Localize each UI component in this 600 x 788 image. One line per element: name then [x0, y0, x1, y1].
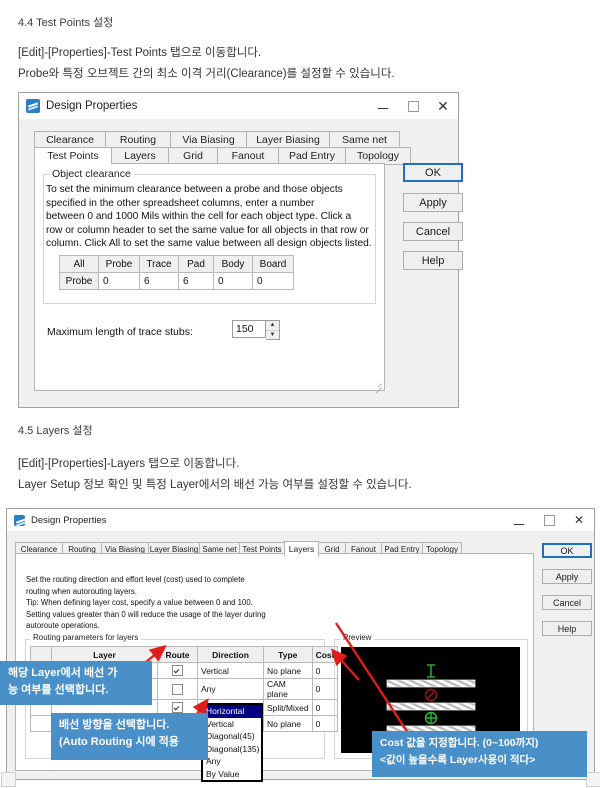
col-header-type[interactable]: Type — [263, 646, 313, 663]
design-properties-dialog-test-points[interactable]: Design Properties ✕ Clearance Routing Vi… — [18, 92, 463, 408]
section-4-4-line-2: Probe와 특정 오브젝트 간의 최소 이격 거리(Clearance)를 설… — [18, 68, 395, 80]
cell-route-2[interactable] — [157, 678, 198, 700]
cancel-button[interactable]: Cancel — [403, 222, 463, 241]
cell-probe-probe[interactable]: 0 — [98, 272, 140, 290]
cell-type-1[interactable]: No plane — [263, 662, 313, 679]
cell-probe-body[interactable]: 0 — [213, 272, 253, 290]
dialog1-window-buttons[interactable]: ✕ — [368, 94, 458, 118]
cell-probe-trace[interactable]: 6 — [139, 272, 179, 290]
dropdown-option-any[interactable]: Any — [203, 755, 261, 768]
max-trace-stub-stepper[interactable]: ▲ ▼ — [232, 320, 280, 340]
dialog2-window-buttons[interactable]: ✕ — [504, 510, 594, 530]
cell-probe-pad[interactable]: 6 — [178, 272, 214, 290]
dropdown-option-by-value[interactable]: By Value — [203, 768, 261, 781]
ok-button[interactable]: OK — [542, 543, 592, 558]
close-icon[interactable]: ✕ — [564, 510, 594, 530]
close-icon[interactable]: ✕ — [428, 94, 458, 118]
tab-test-points[interactable]: Test Points — [34, 147, 112, 165]
col-header-pad[interactable]: Pad — [178, 255, 214, 273]
maximize-icon[interactable] — [534, 510, 564, 530]
dialog1-action-buttons[interactable]: OK Apply Cancel Help — [403, 163, 463, 270]
col-header-route[interactable]: Route — [157, 646, 198, 663]
col-header-all[interactable]: All — [59, 255, 99, 273]
app-icon — [26, 99, 40, 113]
route-checkbox[interactable] — [172, 683, 183, 695]
minimize-icon[interactable] — [504, 510, 534, 530]
col-header-probe[interactable]: Probe — [98, 255, 140, 273]
col-header-direction[interactable]: Direction — [197, 646, 264, 663]
col-header-trace[interactable]: Trace — [139, 255, 179, 273]
dialog2-titlebar[interactable]: Design Properties ✕ — [7, 509, 594, 531]
section-4-5-line-2: Layer Setup 정보 확인 및 특정 Layer에서의 배선 가능 여부… — [18, 479, 412, 491]
cell-index-4[interactable] — [30, 715, 52, 732]
cell-type-2[interactable]: CAM plane — [263, 678, 313, 700]
table-row[interactable]: Probe 0 6 6 0 0 — [59, 272, 294, 290]
cell-direction-1[interactable]: Vertical — [197, 662, 264, 679]
tab-layers[interactable]: Layers — [284, 541, 319, 557]
help-button[interactable]: Help — [542, 621, 592, 636]
max-trace-stub-input[interactable] — [232, 320, 266, 338]
cell-direction-2[interactable]: Any — [197, 678, 264, 700]
cell-probe-board[interactable]: 0 — [252, 272, 294, 290]
stepper-up-icon[interactable]: ▲ — [266, 321, 279, 330]
app-icon — [14, 514, 25, 526]
preview-caption: Preview — [340, 633, 375, 642]
cell-route-1[interactable] — [157, 662, 198, 679]
cell-type-3[interactable]: Split/Mixed — [263, 699, 313, 716]
dropdown-option-diagonal-135[interactable]: Diagonal(135) — [203, 743, 261, 756]
stepper-down-icon[interactable]: ▼ — [266, 329, 279, 340]
route-checkbox[interactable] — [172, 702, 183, 714]
col-header-board[interactable]: Board — [252, 255, 294, 273]
section-heading-4-4: 4.4 Test Points 설정 — [18, 17, 114, 29]
route-checkbox[interactable] — [172, 665, 183, 677]
section-4-4-line-1: [Edit]-[Properties]-Test Points 탭으로 이동합니… — [18, 47, 262, 59]
cancel-button[interactable]: Cancel — [542, 595, 592, 610]
object-clearance-caption: Object clearance — [49, 168, 134, 180]
col-header-body[interactable]: Body — [213, 255, 253, 273]
dialog1-tab-pane: Object clearance To set the minimum clea… — [34, 163, 385, 391]
cell-type-4[interactable]: No plane — [263, 715, 313, 732]
resize-grip[interactable] — [372, 378, 382, 388]
page-corner-mark-right — [586, 772, 600, 787]
direction-dropdown-list[interactable]: Horizontal Vertical Diagonal(45) Diagona… — [201, 703, 263, 782]
dialog2-title: Design Properties — [31, 514, 107, 526]
dropdown-option-vertical[interactable]: Vertical — [203, 718, 261, 731]
layers-description: Set the routing direction and effort lev… — [26, 575, 266, 630]
annotation-route-note: 해당 Layer에서 배선 가 능 여부를 선택합니다. — [0, 661, 152, 705]
dialog1-titlebar[interactable]: Design Properties ✕ — [19, 93, 458, 119]
dialog1-title: Design Properties — [46, 100, 138, 112]
row-header-probe[interactable]: Probe — [59, 272, 99, 290]
dialog2-action-buttons[interactable]: OK Apply Cancel Help — [542, 543, 592, 636]
stepper-buttons[interactable]: ▲ ▼ — [266, 320, 280, 340]
help-button[interactable]: Help — [403, 251, 463, 270]
clearance-spreadsheet[interactable]: All Probe Trace Pad Body Board Probe 0 6… — [59, 255, 294, 290]
annotation-cost-note: Cost 값을 지정합니다. (0~100까지) <값이 높을수록 Layer사… — [372, 731, 587, 777]
annotation-direction-note: 배선 방향을 선택합니다. (Auto Routing 시에 적용 — [51, 713, 208, 760]
section-4-5-line-1: [Edit]-[Properties]-Layers 탭으로 이동합니다. — [18, 458, 240, 470]
section-heading-4-5: 4.5 Layers 설정 — [18, 425, 93, 437]
max-trace-stub-label: Maximum length of trace stubs: — [47, 326, 193, 338]
table-header-row: All Probe Trace Pad Body Board — [59, 255, 294, 273]
ok-button[interactable]: OK — [403, 163, 463, 182]
dropdown-option-diagonal-45[interactable]: Diagonal(45) — [203, 730, 261, 743]
object-clearance-description: To set the minimum clearance between a p… — [46, 184, 372, 250]
dropdown-option-horizontal[interactable]: Horizontal — [203, 705, 261, 718]
apply-button[interactable]: Apply — [542, 569, 592, 584]
maximize-icon[interactable] — [398, 94, 428, 118]
apply-button[interactable]: Apply — [403, 193, 463, 212]
routing-parameters-caption: Routing parameters for layers — [30, 633, 142, 642]
minimize-icon[interactable] — [368, 94, 398, 118]
page-corner-mark-left — [1, 772, 16, 787]
